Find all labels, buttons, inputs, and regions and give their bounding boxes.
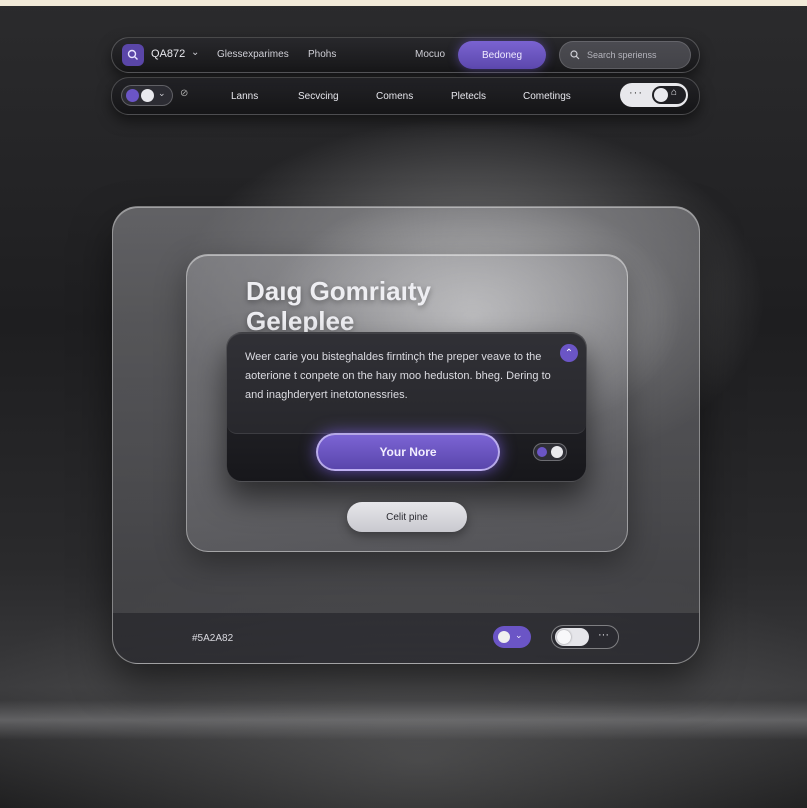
top-strip <box>0 0 807 6</box>
floor-reflection <box>0 700 807 740</box>
panel-heading: Daıg Gomriaıty Geleplee <box>246 276 576 336</box>
tab-lanns[interactable]: Lanns <box>231 91 258 102</box>
primary-nav-button[interactable]: Bedoneg <box>458 41 546 69</box>
white-dot-icon <box>141 89 154 102</box>
nav-link-mocuo[interactable]: Mocuo <box>415 49 445 60</box>
primary-cta-button[interactable]: Your Nore <box>316 433 500 471</box>
search-app-icon[interactable] <box>122 44 144 66</box>
tab-comens[interactable]: Comens <box>376 91 413 102</box>
chevron-down-icon: ⌄ <box>158 88 166 98</box>
color-picker-toggle[interactable]: ⌄ <box>493 626 531 648</box>
more-toggle[interactable]: ··· ⌂ <box>620 83 688 107</box>
search-input[interactable] <box>585 49 684 61</box>
footer-toggle[interactable]: ··· <box>551 625 619 649</box>
nav-link-glessexparimes[interactable]: Glessexparimes <box>217 49 289 60</box>
tab-pletecls[interactable]: Pletecls <box>451 91 486 102</box>
hex-color-label: #5A2A82 <box>192 633 234 644</box>
top-navbar: QA872 ⌄ Glessexparimes Phohs Mocuo Bedon… <box>111 37 700 73</box>
content-card: Weer carie you bisteghaldes firntinçh th… <box>226 332 587 482</box>
search-icon <box>570 50 580 60</box>
secondary-button[interactable]: Celit pine <box>347 502 467 532</box>
more-icon: ··· <box>629 87 643 99</box>
tab-secvcing[interactable]: Secvcing <box>298 91 339 102</box>
link-icon[interactable]: ⊘ <box>180 88 188 99</box>
card-toggle[interactable] <box>533 443 567 461</box>
toggle-knob <box>551 446 563 458</box>
tab-cometings[interactable]: Cometings <box>523 91 571 102</box>
text-area[interactable]: Weer carie you bisteghaldes firntinçh th… <box>227 333 586 434</box>
chevron-up-icon[interactable]: ⌃ <box>560 344 578 362</box>
tab-bar: ⌄ ⊘ Lanns Secvcing Comens Pletecls Comet… <box>111 77 700 115</box>
toggle-knob <box>557 630 571 644</box>
toggle-knob <box>654 88 668 102</box>
search-box[interactable] <box>559 41 691 69</box>
more-icon[interactable]: ··· <box>598 629 609 641</box>
body-text: Weer carie you bisteghaldes firntinçh th… <box>245 351 551 401</box>
theme-toggle[interactable]: ⌄ <box>121 85 173 106</box>
toggle-dot-purple <box>537 447 547 457</box>
color-dot-icon <box>498 631 510 643</box>
purple-dot-icon <box>126 89 139 102</box>
home-icon: ⌂ <box>671 87 678 98</box>
heading-line-1: Daıg Gomriaıty <box>246 276 431 306</box>
nav-link-phohs[interactable]: Phohs <box>308 49 336 60</box>
toggle-switch[interactable]: ⌂ <box>652 86 686 104</box>
chevron-down-icon[interactable]: ⌄ <box>191 47 199 58</box>
toggle-switch[interactable] <box>555 628 589 646</box>
app-title[interactable]: QA872 <box>151 48 185 60</box>
chevron-down-icon: ⌄ <box>515 630 523 640</box>
